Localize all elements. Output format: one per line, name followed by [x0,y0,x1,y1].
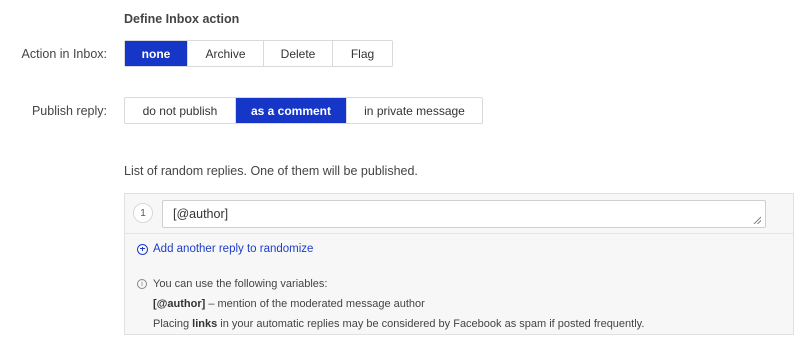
reply-text-input[interactable]: [@author] [162,200,766,228]
inbox-option-archive[interactable]: Archive [188,41,264,66]
action-in-inbox-label: Action in Inbox: [21,47,107,61]
reply-number-badge: 1 [133,203,153,223]
plus-circle-icon [137,243,148,255]
spam-prefix: Placing [153,318,193,330]
publish-option-do-not-publish[interactable]: do not publish [125,98,236,123]
info-spam-line: Placing links in your automatic replies … [137,314,644,334]
inbox-option-flag[interactable]: Flag [333,41,392,66]
publish-reply-segmented-control: do not publish as a comment in private m… [124,97,483,124]
publish-option-private-message[interactable]: in private message [347,98,482,123]
inbox-action-segmented-control: none Archive Delete Flag [124,40,393,67]
info-variable-line: [@author] – mention of the moderated mes… [137,294,644,314]
add-reply-label: Add another reply to randomize [153,243,314,255]
spam-suffix: in your automatic replies may be conside… [217,318,645,330]
spam-bold-word: links [192,318,218,330]
replies-list-title: List of random replies. One of them will… [124,164,418,178]
variable-name: [@author] [153,298,206,310]
inbox-option-none[interactable]: none [125,41,188,66]
info-intro-line: i You can use the following variables: [137,274,644,294]
variable-description: – mention of the moderated message autho… [205,298,425,310]
add-reply-link[interactable]: Add another reply to randomize [137,243,313,255]
info-intro-text: You can use the following variables: [153,278,328,290]
inbox-option-delete[interactable]: Delete [264,41,333,66]
publish-reply-label: Publish reply: [31,104,107,118]
info-block: i You can use the following variables: [… [137,274,644,334]
info-circle-icon: i [137,279,147,289]
replies-panel: 1 [@author] Add another reply to randomi… [124,193,794,335]
reply-row: 1 [@author] [125,194,793,234]
resize-grip-icon[interactable] [753,216,761,224]
section-title: Define Inbox action [124,12,240,26]
reply-text-value: [@author] [173,207,229,221]
publish-option-as-a-comment[interactable]: as a comment [236,98,347,123]
